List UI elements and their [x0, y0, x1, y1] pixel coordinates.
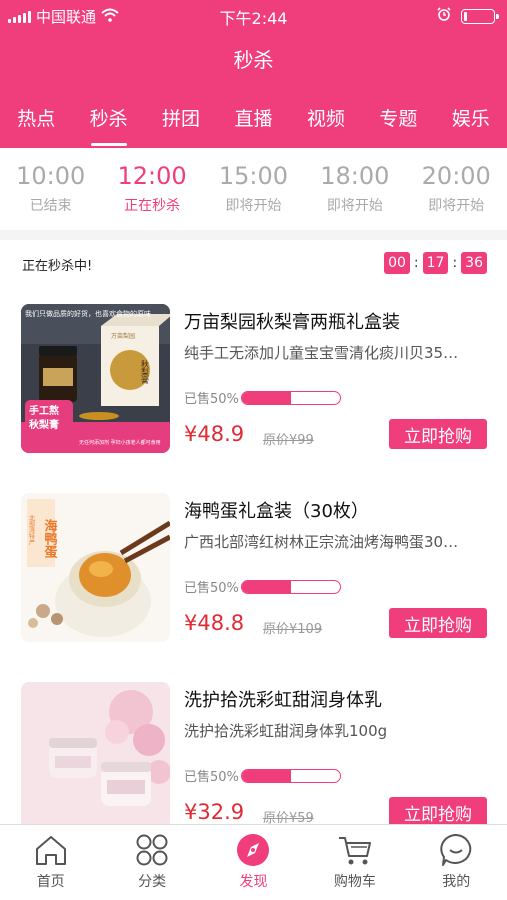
sold-progress-bar	[240, 579, 341, 594]
session-item[interactable]: 20:00 即将开始	[406, 148, 506, 230]
session-time: 15:00	[218, 162, 289, 190]
tabbar-label: 发现	[239, 874, 268, 890]
bottom-tab-bar: 首页 分类 发现 购物车 我的	[0, 824, 507, 900]
image-brand: 万亩梨园	[111, 332, 135, 340]
product-name[interactable]: 洗护拾洗彩虹甜润身体乳	[184, 686, 382, 712]
image-footer: 无任何添加剂 孕妇小孩老人都可食用	[79, 439, 161, 446]
session-status: 已结束	[29, 198, 72, 214]
product-image[interactable]: 海鸭蛋 北部湾特产	[21, 493, 170, 642]
sold-progress: 已售50%	[184, 388, 341, 407]
compass-icon	[208, 833, 298, 867]
product-description: 洗护拾洗彩虹甜润身体乳100g	[184, 722, 388, 740]
flash-status-row: 正在秒杀中! 00 : 17 : 36	[0, 240, 507, 286]
tabbar-label: 分类	[138, 874, 167, 890]
session-selector: 10:00 已结束 12:00 正在秒杀 15:00 即将开始 18:00 即将…	[0, 148, 507, 230]
image-small-text: 北部湾特产	[28, 514, 35, 546]
countdown-timer: 00 : 17 : 36	[384, 252, 487, 274]
product-name[interactable]: 海鸭蛋礼盒装（30枚）	[184, 497, 369, 523]
session-status: 正在秒杀	[124, 198, 181, 214]
session-item[interactable]: 15:00 即将开始	[203, 148, 303, 230]
image-big-text: 海鸭蛋	[42, 518, 58, 559]
product-item[interactable]: 洗护拾洗彩虹甜润身体乳 洗护拾洗彩虹甜润身体乳100g 已售50% ¥32.9 …	[0, 664, 507, 824]
tabbar-item-category[interactable]: 分类	[107, 825, 197, 900]
product-image[interactable]	[21, 682, 170, 824]
sold-label: 已售50%	[184, 770, 239, 785]
home-icon	[6, 833, 96, 867]
sale-price: ¥48.8	[184, 611, 245, 635]
tabbar-label: 购物车	[333, 874, 376, 890]
tabbar-label: 首页	[36, 874, 65, 890]
tab-video[interactable]: 视频	[307, 100, 345, 148]
image-tagline: 我们只做品质的好货，也喜欢食物的原味	[25, 309, 151, 318]
sold-progress: 已售50%	[184, 766, 341, 785]
tab-flash-sale[interactable]: 秒杀	[90, 100, 128, 148]
tab-hot[interactable]: 热点	[17, 100, 55, 148]
buy-now-button[interactable]: 立即抢购	[389, 797, 487, 824]
category-tabs: 热点 秒杀 拼团 直播 视频 专题 娱乐	[0, 100, 507, 148]
tab-topic[interactable]: 专题	[379, 100, 417, 148]
product-image[interactable]: 我们只做品质的好货，也喜欢食物的原味 万亩梨园 秋梨膏 手工熬 秋梨膏 无任何添…	[21, 304, 170, 453]
buy-now-button[interactable]: 立即抢购	[389, 608, 487, 638]
status-bar: 中国联通 下午2:44	[0, 0, 507, 30]
countdown-minutes: 17	[422, 252, 449, 274]
session-status: 即将开始	[225, 198, 282, 214]
session-status: 即将开始	[326, 198, 383, 214]
category-icon	[107, 833, 197, 867]
session-time: 10:00	[16, 162, 86, 190]
sale-price: ¥48.9	[184, 422, 245, 446]
product-name[interactable]: 万亩梨园秋梨膏两瓶礼盒装	[184, 308, 400, 334]
flash-status-text: 正在秒杀中!	[22, 259, 93, 274]
sold-label: 已售50%	[184, 392, 239, 407]
session-time: 20:00	[421, 162, 491, 190]
original-price: 原价¥59	[263, 811, 314, 824]
tabbar-item-home[interactable]: 首页	[6, 825, 96, 900]
tab-entertainment[interactable]: 娱乐	[452, 100, 490, 148]
battery-icon	[461, 8, 499, 24]
session-time: 12:00	[117, 162, 187, 190]
tabbar-item-discover[interactable]: 发现	[208, 825, 298, 900]
session-item[interactable]: 10:00 已结束	[1, 148, 101, 230]
sale-price: ¥32.9	[184, 800, 245, 824]
countdown-hours: 00	[384, 252, 410, 274]
cart-icon	[310, 833, 400, 867]
image-badge-bottom: 秋梨膏	[29, 418, 59, 431]
header: 中国联通 下午2:44 秒杀 热点 秒杀 拼团 直播 视频 专题 娱乐	[0, 0, 507, 148]
sold-progress-bar	[240, 390, 341, 405]
profile-icon	[411, 833, 501, 867]
alarm-icon	[437, 7, 451, 25]
image-badge-top: 手工熬	[29, 404, 59, 417]
sold-progress-bar	[240, 768, 341, 783]
original-price: 原价¥109	[263, 622, 323, 637]
session-time: 18:00	[320, 162, 390, 190]
product-item[interactable]: 我们只做品质的好货，也喜欢食物的原味 万亩梨园 秋梨膏 手工熬 秋梨膏 无任何添…	[0, 286, 507, 475]
sold-progress: 已售50%	[184, 577, 341, 596]
original-price: 原价¥99	[263, 433, 314, 448]
countdown-separator: :	[452, 255, 458, 271]
tabbar-item-profile[interactable]: 我的	[411, 825, 501, 900]
countdown-seconds: 36	[461, 252, 487, 274]
countdown-separator: :	[413, 255, 419, 271]
tabbar-item-cart[interactable]: 购物车	[310, 825, 400, 900]
page-title: 秒杀	[233, 48, 274, 72]
product-item[interactable]: 海鸭蛋 北部湾特产 海鸭蛋礼盒装（30枚） 广西北部湾红树林正宗流油烤海鸭蛋30…	[0, 475, 507, 664]
clock-time: 下午2:44	[219, 9, 288, 28]
tabbar-label: 我的	[442, 874, 471, 890]
product-list: 我们只做品质的好货，也喜欢食物的原味 万亩梨园 秋梨膏 手工熬 秋梨膏 无任何添…	[0, 286, 507, 824]
product-description: 广西北部湾红树林正宗流油烤海鸭蛋30…	[184, 533, 459, 551]
session-item[interactable]: 18:00 即将开始	[305, 148, 405, 230]
session-item-active[interactable]: 12:00 正在秒杀	[102, 148, 202, 230]
session-status: 即将开始	[428, 198, 485, 214]
image-box-text: 秋梨膏	[141, 359, 150, 385]
buy-now-button[interactable]: 立即抢购	[389, 419, 487, 449]
product-description: 纯手工无添加儿童宝宝雪清化痰川贝35…	[184, 344, 459, 362]
tab-group-buy[interactable]: 拼团	[162, 100, 200, 148]
tab-live[interactable]: 直播	[234, 100, 272, 148]
sold-label: 已售50%	[184, 581, 239, 596]
